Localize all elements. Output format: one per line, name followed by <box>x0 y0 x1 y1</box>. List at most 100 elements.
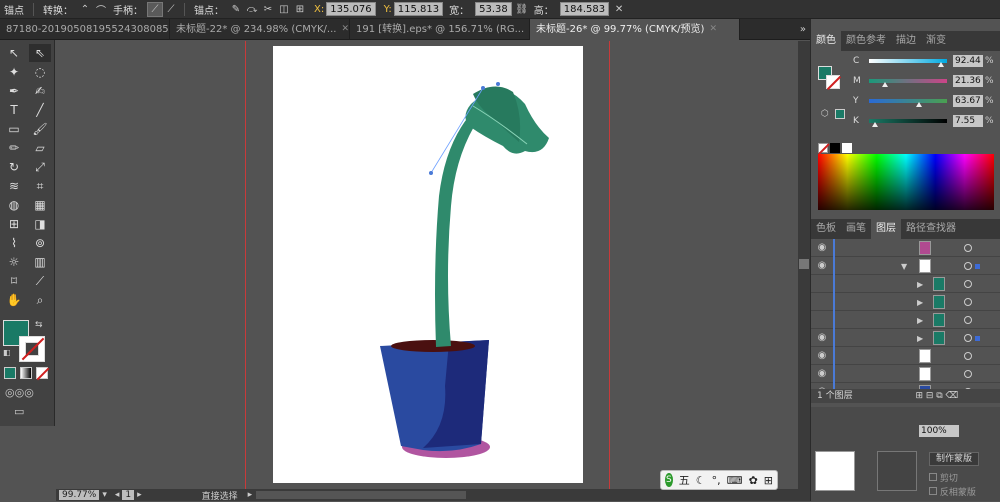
curvature-tool-icon[interactable]: ✍ <box>29 82 51 100</box>
target-icon[interactable] <box>964 334 972 342</box>
horizontal-scrollbar[interactable] <box>256 491 467 499</box>
eye-icon[interactable]: ◉ <box>815 350 829 361</box>
symbol-sprayer-icon[interactable]: ☼ <box>3 253 25 271</box>
tab-color-guide[interactable]: 颜色参考 <box>841 31 891 51</box>
eye-icon[interactable]: ◉ <box>815 242 829 253</box>
layer-row[interactable]: ▶ <box>811 274 1000 293</box>
anchor-point[interactable] <box>496 82 500 86</box>
tab-overflow-icon[interactable]: » <box>796 19 810 40</box>
target-icon[interactable] <box>964 352 972 360</box>
grid-icon[interactable]: ⊞ <box>764 474 773 487</box>
target-icon[interactable] <box>964 298 972 306</box>
height-field[interactable]: 184.583 <box>559 2 610 16</box>
line-tool-icon[interactable]: ╱ <box>29 101 51 119</box>
layer-row[interactable]: ▶ <box>811 310 1000 329</box>
direct-selection-tool-icon[interactable]: ⇖ <box>29 44 51 62</box>
slider-m[interactable]: M 21.36% <box>811 71 1000 91</box>
layer-expander-icon[interactable]: ▶ <box>917 334 923 343</box>
punctuation-icon[interactable]: °, <box>712 474 721 487</box>
channel-value[interactable]: 21.36 <box>953 75 983 87</box>
stroke-swatch[interactable] <box>19 336 45 362</box>
slider-knob[interactable] <box>882 82 889 87</box>
invert-mask-checkbox[interactable]: 反相蒙版 <box>929 485 976 498</box>
eye-icon[interactable]: ◉ <box>815 368 829 379</box>
connect-anchor-icon[interactable]: ⤼ <box>244 2 260 17</box>
x-field[interactable]: 135.076 <box>326 2 376 16</box>
hide-handles-icon[interactable]: ⟋ <box>163 2 179 17</box>
zoom-tool-icon[interactable]: ⌕ <box>29 291 51 309</box>
perspective-grid-icon[interactable]: ▦ <box>29 196 51 214</box>
width-field[interactable]: 53.38 <box>475 2 512 16</box>
default-colors-icon[interactable]: ◧ <box>3 348 11 357</box>
eyedropper-icon[interactable]: ⌇ <box>3 234 25 252</box>
tab-stroke[interactable]: 描边 <box>891 31 921 51</box>
free-transform-icon[interactable]: ⌗ <box>29 177 51 195</box>
vertical-scrollbar[interactable] <box>798 41 810 489</box>
slider-knob[interactable] <box>915 102 922 107</box>
scrollbar-thumb[interactable] <box>799 259 809 269</box>
skin-icon[interactable]: ✿ <box>749 474 758 487</box>
clip-checkbox[interactable]: 剪切 <box>929 471 958 484</box>
slider-track[interactable] <box>869 99 947 107</box>
slider-knob[interactable] <box>872 122 879 127</box>
tab-document-2[interactable]: 未标题-22* @ 234.98% (CMYK/... ✕ <box>170 19 350 40</box>
tab-document-4[interactable]: 未标题-26* @ 99.77% (CMYK/预览) ✕ <box>530 19 740 40</box>
none-swatch[interactable] <box>818 143 830 155</box>
slider-k[interactable]: K 7.55% <box>811 111 1000 131</box>
close-icon[interactable]: ✕ <box>341 19 349 40</box>
mesh-tool-icon[interactable]: ⊞ <box>3 215 25 233</box>
layer-row[interactable]: ◉ ▶ <box>811 328 1000 347</box>
new-layer-icon[interactable]: ⊞ ⊟ ⧉ ⌫ <box>915 391 958 401</box>
channel-value[interactable]: 7.55 <box>953 115 983 127</box>
anchor-point[interactable] <box>429 171 433 175</box>
layer-expander-icon[interactable]: ▶ <box>917 280 923 289</box>
slider-y[interactable]: Y 63.67% <box>811 91 1000 111</box>
eye-icon[interactable]: ◉ <box>815 260 829 271</box>
layer-row[interactable]: ◉ ▼ <box>811 256 1000 275</box>
color-spectrum[interactable] <box>818 154 994 210</box>
magic-wand-icon[interactable]: ✦ <box>3 63 25 81</box>
none-mode-icon[interactable] <box>36 367 50 381</box>
transform-icon[interactable]: ✕ <box>611 2 627 17</box>
ime-mode-label[interactable]: 五 <box>679 472 690 488</box>
ime-toolbar[interactable]: S 五 ☾ °, ⌨ ✿ ⊞ <box>660 470 778 490</box>
target-icon[interactable] <box>964 280 972 288</box>
artboard[interactable] <box>273 46 583 483</box>
eraser-icon[interactable]: ▱ <box>29 139 51 157</box>
artboard-field[interactable]: 1 <box>122 490 135 500</box>
cut-path-icon[interactable]: ✂ <box>260 2 276 17</box>
layer-row[interactable]: ▶ <box>811 292 1000 311</box>
shape-builder-icon[interactable]: ◍ <box>3 196 25 214</box>
prev-artboard-icon[interactable]: ◂ <box>115 490 120 500</box>
opacity-field[interactable]: 100% <box>919 425 959 437</box>
width-tool-icon[interactable]: ≋ <box>3 177 25 195</box>
show-handles-icon[interactable]: ⟋ <box>147 1 163 17</box>
next-artboard-icon[interactable]: ▸ <box>137 490 142 500</box>
canvas[interactable] <box>56 41 798 489</box>
chevron-down-icon[interactable]: ▾ <box>102 490 107 500</box>
slider-knob[interactable] <box>937 62 944 67</box>
screen-mode-icon[interactable]: ▭ <box>14 405 24 418</box>
tab-swatches[interactable]: 色板 <box>811 219 841 239</box>
rotate-tool-icon[interactable]: ↻ <box>3 158 25 176</box>
layer-row[interactable]: ◉ <box>811 346 1000 365</box>
link-icon[interactable]: ⛓ <box>514 2 530 17</box>
convert-smooth-icon[interactable]: ⌒ <box>93 2 109 17</box>
white-swatch[interactable] <box>842 143 852 153</box>
gradient-mode-icon[interactable] <box>20 367 32 379</box>
make-mask-button[interactable]: 制作蒙版 <box>929 452 979 466</box>
column-graph-icon[interactable]: ▥ <box>29 253 51 271</box>
artboard-tool-icon[interactable]: ⌑ <box>3 272 25 290</box>
eye-icon[interactable]: ◉ <box>815 332 829 343</box>
target-icon[interactable] <box>964 316 972 324</box>
slice-tool-icon[interactable]: ⟋ <box>29 272 51 290</box>
blend-tool-icon[interactable]: ⊚ <box>29 234 51 252</box>
rectangle-tool-icon[interactable]: ▭ <box>3 120 25 138</box>
status-menu-icon[interactable]: ▸ <box>248 490 253 500</box>
slider-track[interactable] <box>869 119 947 127</box>
swap-colors-icon[interactable]: ⇆ <box>35 320 43 330</box>
tab-document-3[interactable]: 191 [转换].eps* @ 156.71% (RG...✕ <box>350 19 530 40</box>
slider-track[interactable] <box>869 59 947 67</box>
tab-color[interactable]: 颜色 <box>811 31 841 51</box>
layer-expander-icon[interactable]: ▼ <box>901 262 907 271</box>
